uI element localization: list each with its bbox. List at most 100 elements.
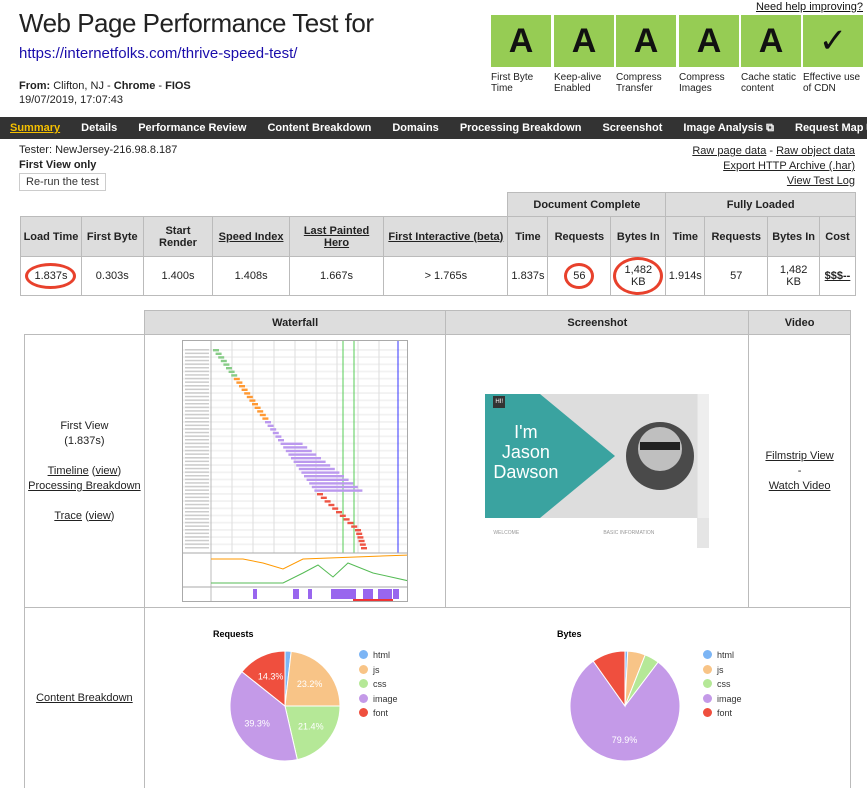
header-text: Time	[515, 230, 541, 243]
waterfall-row-label	[185, 367, 210, 369]
nav-tab[interactable]: Details	[81, 122, 117, 134]
highlight-circle: 1,482 KB	[613, 257, 664, 295]
results-header[interactable]: Last Painted Hero	[288, 216, 385, 257]
waterfall-request-bar	[267, 424, 274, 427]
results-table: Document Complete Fully Loaded Load Time F…	[20, 192, 856, 296]
waterfall-row-label	[185, 460, 210, 463]
raw-page-data-link[interactable]: Raw page data	[692, 145, 766, 157]
waterfall-request-bar	[311, 485, 358, 489]
filmstrip-view-link[interactable]: Filmstrip View	[765, 450, 833, 462]
export-har-link[interactable]: Export HTTP Archive (.har)	[723, 160, 855, 172]
fully-loaded-header: Fully Loaded	[665, 192, 856, 217]
result-value: 1.408s	[234, 270, 268, 282]
waterfall-request-bar	[351, 525, 358, 528]
waterfall-row-label	[185, 536, 210, 538]
rerun-test-button[interactable]: Re-run the test	[19, 173, 106, 191]
waterfall-row-label	[185, 359, 210, 362]
waterfall-row-label	[185, 532, 210, 535]
waterfall-row-label	[185, 446, 210, 448]
waterfall-row-label	[185, 511, 210, 513]
grade-box[interactable]: ✓	[803, 15, 863, 67]
legend-label: html	[373, 650, 391, 660]
header-text: First Byte	[86, 230, 138, 243]
waterfall-row-label	[185, 525, 210, 527]
legend-swatch	[359, 650, 368, 659]
waterfall-request-bar	[252, 403, 259, 406]
waterfall-row-label	[185, 431, 210, 434]
waterfall-request-bar	[254, 406, 261, 409]
legend-item: font	[703, 708, 732, 718]
waterfall-request-bar	[270, 428, 277, 431]
waterfall-row-label	[185, 529, 210, 531]
waterfall-row-label	[185, 496, 210, 499]
grade-box[interactable]: A	[741, 15, 801, 67]
grade-label: Compress Images	[679, 72, 725, 94]
nav-tab[interactable]: Processing Breakdown	[460, 122, 582, 134]
main-thread-activity	[348, 589, 357, 599]
waterfall-row-label	[185, 507, 210, 509]
trace-link[interactable]: Trace	[54, 510, 82, 522]
first-view-label: First View	[60, 419, 109, 432]
timeline-view-link[interactable]: view	[95, 465, 117, 477]
screenshot-thumbnail[interactable]: HI! I'm Jason Dawson WELCOME BASIC INFOR…	[485, 394, 710, 548]
result-value[interactable]: $$$--	[825, 270, 851, 282]
nav-bar: Summary Details Performance Review Content …	[0, 117, 867, 139]
waterfall-request-bar	[246, 395, 253, 399]
waterfall-row-label	[185, 399, 210, 401]
grade-box[interactable]: A	[491, 15, 551, 67]
help-link[interactable]: Need help improving?	[756, 1, 863, 13]
raw-object-data-link[interactable]: Raw object data	[776, 145, 855, 157]
waterfall-row-label	[185, 370, 210, 373]
legend-item: js	[359, 664, 380, 675]
waterfall-request-bar	[272, 431, 279, 435]
waterfall-request-bar	[226, 367, 233, 370]
waterfall-request-bar	[361, 547, 368, 550]
header-text: First Interactive (beta)	[388, 230, 504, 243]
waterfall-request-bar	[259, 413, 266, 417]
nav-tab[interactable]: Screenshot	[602, 122, 662, 134]
results-header[interactable]: Speed Index	[212, 216, 290, 257]
watch-video-link[interactable]: Watch Video	[769, 480, 831, 492]
sep: -	[797, 464, 802, 477]
tested-url-link[interactable]: https://internetfolks.com/thrive-speed-t…	[19, 45, 297, 62]
nav-tab[interactable]: Request Map ⧉	[795, 122, 867, 135]
pie-data-label: 23.2%	[297, 679, 323, 689]
nav-tab[interactable]: Domains	[392, 122, 438, 134]
result-value: 1.837s	[511, 270, 545, 282]
waterfall-request-bar	[218, 356, 225, 359]
waterfall-thumbnail[interactable]	[182, 340, 409, 602]
result-value: 56	[573, 270, 586, 282]
nav-tab[interactable]: Image Analysis ⧉	[683, 122, 774, 135]
trace-view-link[interactable]: view	[89, 510, 111, 522]
waterfall-row-label	[185, 363, 210, 365]
waterfall-request-bar	[278, 439, 285, 442]
results-header: Cost	[819, 216, 856, 257]
result-value: 1,482 KB	[779, 264, 808, 288]
waterfall-row-label	[185, 385, 210, 387]
processing-breakdown-link[interactable]: Processing Breakdown	[28, 480, 141, 492]
data-links: Raw page data - Raw object data Export H…	[692, 144, 855, 189]
results-header[interactable]: First Interactive (beta)	[383, 216, 509, 257]
nav-tab[interactable]: Content Breakdown	[267, 122, 371, 134]
grade-box[interactable]: A	[554, 15, 614, 67]
sep: -	[766, 145, 777, 157]
grade-box[interactable]: A	[679, 15, 739, 67]
header-text: Bytes In	[772, 230, 815, 243]
view-test-log-link[interactable]: View Test Log	[787, 175, 855, 187]
grade-box[interactable]: A	[616, 15, 676, 67]
main-thread-activity	[363, 589, 374, 599]
result-cell: $$$--	[819, 256, 856, 296]
first-view-cell: First View (1.837s) Timeline (view) Proc…	[24, 334, 145, 608]
grade-label: Compress Transfer	[616, 72, 662, 94]
waterfall-row-label	[185, 403, 210, 405]
nav-tab[interactable]: Performance Review	[138, 122, 246, 134]
waterfall-row-label	[185, 428, 210, 430]
results-header: Start Render	[142, 216, 214, 257]
result-value: 1.837s	[34, 270, 68, 282]
screenshot-text: BASIC INFORMATION	[603, 530, 655, 536]
legend-label: css	[717, 679, 731, 689]
results-header: Requests	[704, 216, 769, 257]
waterfall-request-bar	[257, 410, 264, 413]
nav-tab[interactable]: Summary	[10, 122, 60, 134]
timeline-link[interactable]: Timeline	[48, 465, 89, 477]
